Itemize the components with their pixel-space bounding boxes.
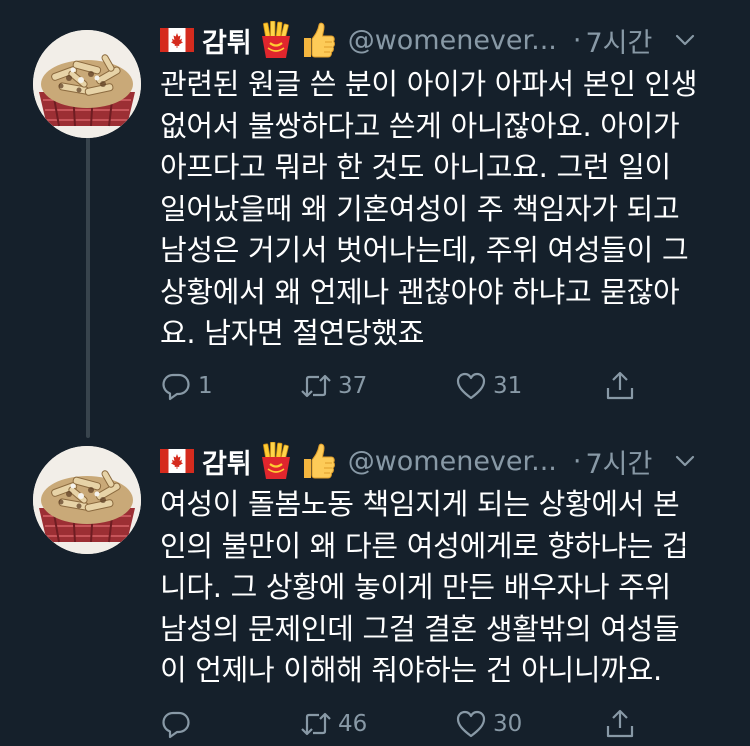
user-handle[interactable]: @womenever... [348, 446, 557, 477]
thumbs-up-icon [303, 22, 335, 58]
tweet-header: 감튀 @womenever... · 7시간 [160, 439, 730, 483]
reply-button[interactable] [160, 706, 198, 742]
like-button[interactable]: 30 [455, 706, 522, 742]
timestamp[interactable]: 7시간 [585, 21, 652, 60]
display-name[interactable]: 감튀 [202, 21, 252, 60]
french-fries-icon [261, 21, 290, 58]
canada-flag-icon [160, 449, 194, 473]
retweet-icon [301, 374, 331, 398]
reply-icon [162, 711, 190, 739]
canada-flag-icon [160, 28, 194, 52]
reply-icon [162, 373, 190, 401]
share-button[interactable] [604, 706, 636, 742]
heart-icon [456, 372, 486, 400]
timestamp[interactable]: 7시간 [585, 442, 652, 481]
french-fries-icon [261, 442, 290, 479]
heart-icon [456, 710, 486, 738]
display-name[interactable]: 감튀 [202, 442, 252, 481]
separator-dot: · [572, 24, 582, 56]
like-button[interactable]: 31 [455, 368, 522, 404]
chevron-down-icon[interactable] [672, 448, 698, 474]
tweet[interactable]: 감튀 @womenever... · 7시간 관련된 원글 쓴 분이 아이가 아… [0, 0, 750, 430]
retweet-icon [301, 712, 331, 736]
separator-dot: · [572, 445, 582, 477]
share-icon [606, 709, 634, 738]
like-count: 30 [493, 711, 523, 737]
tweet[interactable]: 감튀 @womenever... · 7시간 여성이 돌봄노동 책임지게 되는 … [0, 430, 750, 746]
tweet-text: 여성이 돌봄노동 책임지게 되는 상황에서 본 인의 불만이 왜 다른 여성에게… [160, 487, 689, 687]
reply-count: 1 [198, 373, 213, 399]
avatar[interactable] [33, 446, 141, 554]
share-icon [606, 371, 634, 400]
retweet-count: 37 [338, 373, 368, 399]
chevron-down-icon[interactable] [672, 27, 698, 53]
reply-button[interactable]: 1 [160, 368, 213, 404]
like-count: 31 [493, 373, 523, 399]
tweet-text: 관련된 원글 쓴 분이 아이가 아파서 본인 인생 없어서 불쌍하다고 쓴게 아… [160, 67, 698, 350]
retweet-count: 46 [338, 711, 368, 737]
share-button[interactable] [604, 368, 636, 404]
tweet-header: 감튀 @womenever... · 7시간 [160, 18, 730, 62]
thumbs-up-icon [303, 443, 335, 479]
retweet-button[interactable]: 37 [300, 368, 367, 404]
avatar[interactable] [33, 30, 141, 138]
retweet-button[interactable]: 46 [300, 706, 367, 742]
user-handle[interactable]: @womenever... [348, 25, 557, 56]
